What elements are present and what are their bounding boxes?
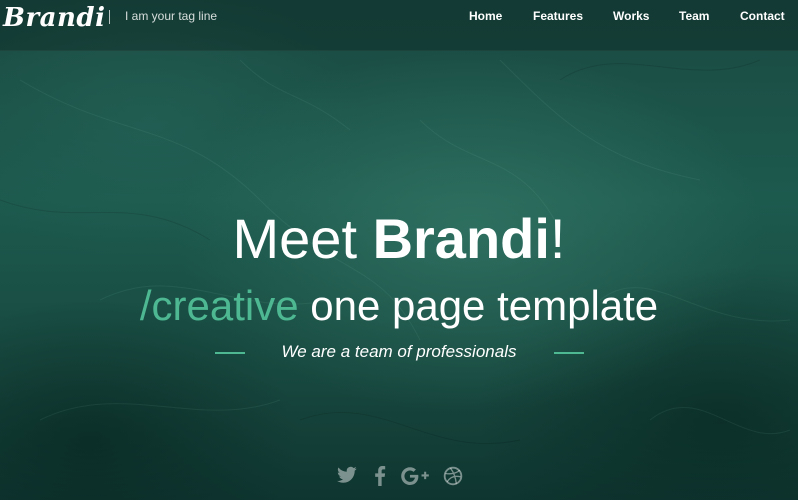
top-navbar: Brandi I am your tag line Home Features … (0, 0, 798, 51)
hero-subheadline: /creative one page template (0, 282, 798, 330)
hero-team-line: We are a team of professionals (0, 341, 798, 365)
nav-team[interactable]: Team (679, 9, 709, 23)
hero-headline: Meet Brandi! (0, 208, 798, 270)
headline-brand: Brandi (372, 207, 550, 270)
social-links (0, 466, 798, 488)
nav-works[interactable]: Works (613, 9, 649, 23)
twitter-icon[interactable] (337, 466, 359, 488)
headline-meet: Meet (232, 207, 373, 270)
main-nav: Home Features Works Team Contact (0, 9, 798, 27)
nav-features[interactable]: Features (533, 9, 583, 23)
team-tagline: We are a team of professionals (281, 342, 517, 361)
dribbble-icon[interactable] (443, 466, 465, 488)
facebook-icon[interactable] (374, 466, 396, 488)
nav-home[interactable]: Home (469, 9, 502, 23)
headline-exclaim: ! (549, 207, 566, 270)
nav-contact[interactable]: Contact (740, 9, 785, 23)
google-plus-icon[interactable] (401, 466, 429, 488)
subheadline-accent: /creative (139, 282, 299, 329)
right-dash-divider (554, 352, 584, 354)
subheadline-rest: one page template (298, 282, 659, 329)
